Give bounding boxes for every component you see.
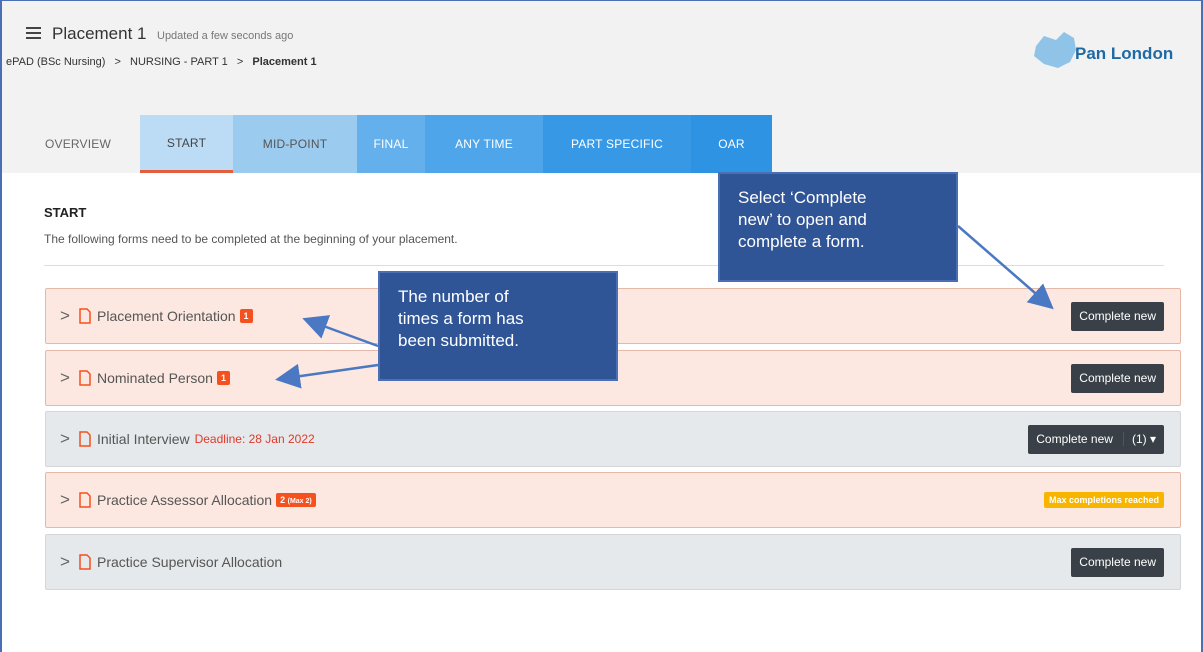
tab-mid-point[interactable]: MID-POINT [233, 115, 357, 173]
document-icon [79, 308, 91, 324]
chevron-right-icon[interactable]: > [60, 490, 78, 510]
complete-new-button[interactable]: Complete new [1071, 301, 1164, 331]
max-completions-badge: Max completions reached [1043, 492, 1164, 508]
form-name: Placement Orientation [97, 308, 236, 324]
submission-count-badge: 1 [216, 371, 230, 385]
chevron-right-icon[interactable]: > [60, 306, 78, 326]
form-row-practice-supervisor-allocation[interactable]: > Practice Supervisor Allocation Complet… [45, 534, 1181, 590]
document-icon [79, 492, 91, 508]
form-row-initial-interview[interactable]: > Initial Interview Deadline: 28 Jan 202… [45, 411, 1181, 467]
chevron-right-icon[interactable]: > [60, 429, 78, 449]
document-icon [79, 431, 91, 447]
complete-new-label[interactable]: Complete new [1036, 432, 1113, 446]
tab-overview[interactable]: OVERVIEW [16, 115, 140, 173]
complete-new-button[interactable]: Complete new [1071, 547, 1164, 577]
chevron-right-icon[interactable]: > [60, 368, 78, 388]
submission-count-badge: 2 (Max 2) [276, 493, 316, 507]
form-name: Nominated Person [97, 370, 213, 386]
tab-start[interactable]: START [140, 115, 233, 173]
callout-submission-count: The number of times a form has been subm… [378, 271, 618, 381]
chevron-right-icon[interactable]: > [60, 552, 78, 572]
tab-final[interactable]: FINAL [357, 115, 425, 173]
document-icon [79, 370, 91, 386]
tab-any-time[interactable]: ANY TIME [425, 115, 543, 173]
max-count: (Max 2) [287, 498, 312, 505]
complete-new-split-button[interactable]: Complete new (1) ▾ [1028, 424, 1164, 454]
section-description: The following forms need to be completed… [44, 232, 458, 246]
complete-new-button[interactable]: Complete new [1071, 363, 1164, 393]
menu-icon[interactable] [26, 27, 41, 40]
divider [44, 265, 1164, 266]
breadcrumb-item-part[interactable]: NURSING - PART 1 [130, 56, 228, 68]
breadcrumb-item-programme[interactable]: ePAD (BSc Nursing) [6, 56, 105, 68]
submission-count-badge: 1 [239, 309, 253, 323]
callout-complete-new: Select ‘Complete new’ to open and comple… [718, 172, 958, 282]
updated-status: Updated a few seconds ago [157, 30, 294, 42]
breadcrumb: ePAD (BSc Nursing) > NURSING - PART 1 > … [6, 56, 317, 68]
tab-bar: OVERVIEW START MID-POINT FINAL ANY TIME … [16, 115, 772, 173]
form-count: (1) [1131, 432, 1147, 446]
form-name: Practice Assessor Allocation [97, 492, 273, 508]
previous-forms-dropdown[interactable]: (1) ▾ [1122, 432, 1156, 446]
form-name: Initial Interview [97, 431, 190, 447]
deadline-text: Deadline: 28 Jan 2022 [194, 432, 315, 446]
document-icon [79, 554, 91, 570]
tab-oar[interactable]: OAR [691, 115, 772, 173]
page-title: Placement 1 [52, 24, 147, 43]
section-title: START [44, 205, 87, 220]
form-name: Practice Supervisor Allocation [97, 554, 283, 570]
logo-text: Pan London [1075, 44, 1174, 63]
tab-part-specific[interactable]: PART SPECIFIC [543, 115, 691, 173]
breadcrumb-item-current: Placement 1 [252, 56, 317, 68]
form-row-practice-assessor-allocation[interactable]: > Practice Assessor Allocation 2 (Max 2)… [45, 472, 1181, 528]
breadcrumb-separator: > [236, 56, 244, 68]
breadcrumb-separator: > [114, 56, 121, 68]
caret-down-icon: ▾ [1149, 432, 1156, 446]
